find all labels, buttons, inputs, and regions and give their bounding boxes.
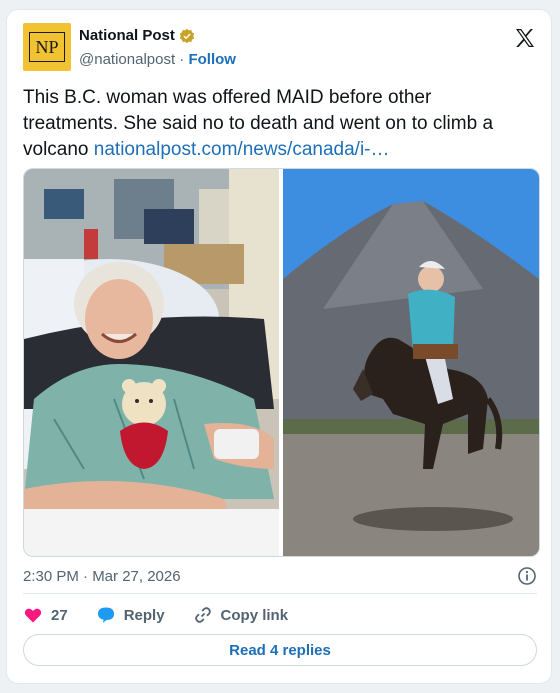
link-icon [194,607,211,623]
like-count: 27 [51,606,68,624]
avatar[interactable]: NP [23,23,71,71]
hospital-photo-illustration [24,169,279,556]
handle[interactable]: @nationalpost [79,51,175,68]
timestamp[interactable]: 2:30 PM · Mar 27, 2026 [23,568,181,585]
copy-link-button[interactable]: Copy link [193,605,289,625]
reply-button[interactable]: Reply [96,605,165,625]
media-grid[interactable] [23,168,540,557]
divider [23,593,537,594]
separator: · [179,51,185,68]
author-name-row: National Post [79,27,195,44]
like-button[interactable]: 27 [23,605,68,625]
follow-button[interactable]: Follow [188,51,236,68]
info-icon[interactable] [517,566,537,586]
reply-bubble-icon [97,607,114,623]
post-text: This B.C. woman was offered MAID before … [23,85,528,163]
hospital-photo[interactable] [24,169,279,556]
heart-icon [24,608,42,623]
x-logo-icon[interactable] [513,26,537,50]
read-replies-button[interactable]: Read 4 replies [23,634,537,666]
tweet-card: NP National Post @nationalpost · Follow … [6,9,552,684]
volcano-photo[interactable] [283,169,539,556]
display-name[interactable]: National Post [79,27,175,44]
post-link[interactable]: nationalpost.com/news/canada/i-… [94,139,390,160]
timestamp-row: 2:30 PM · Mar 27, 2026 [23,566,537,586]
handle-row: @nationalpost · Follow [79,51,236,68]
action-bar: 27 Reply Copy link [23,605,316,625]
reply-label: Reply [123,606,165,624]
copy-link-label: Copy link [220,606,289,624]
volcano-photo-illustration [283,169,539,556]
verified-badge-icon [179,28,195,43]
avatar-logo: NP [29,32,65,62]
